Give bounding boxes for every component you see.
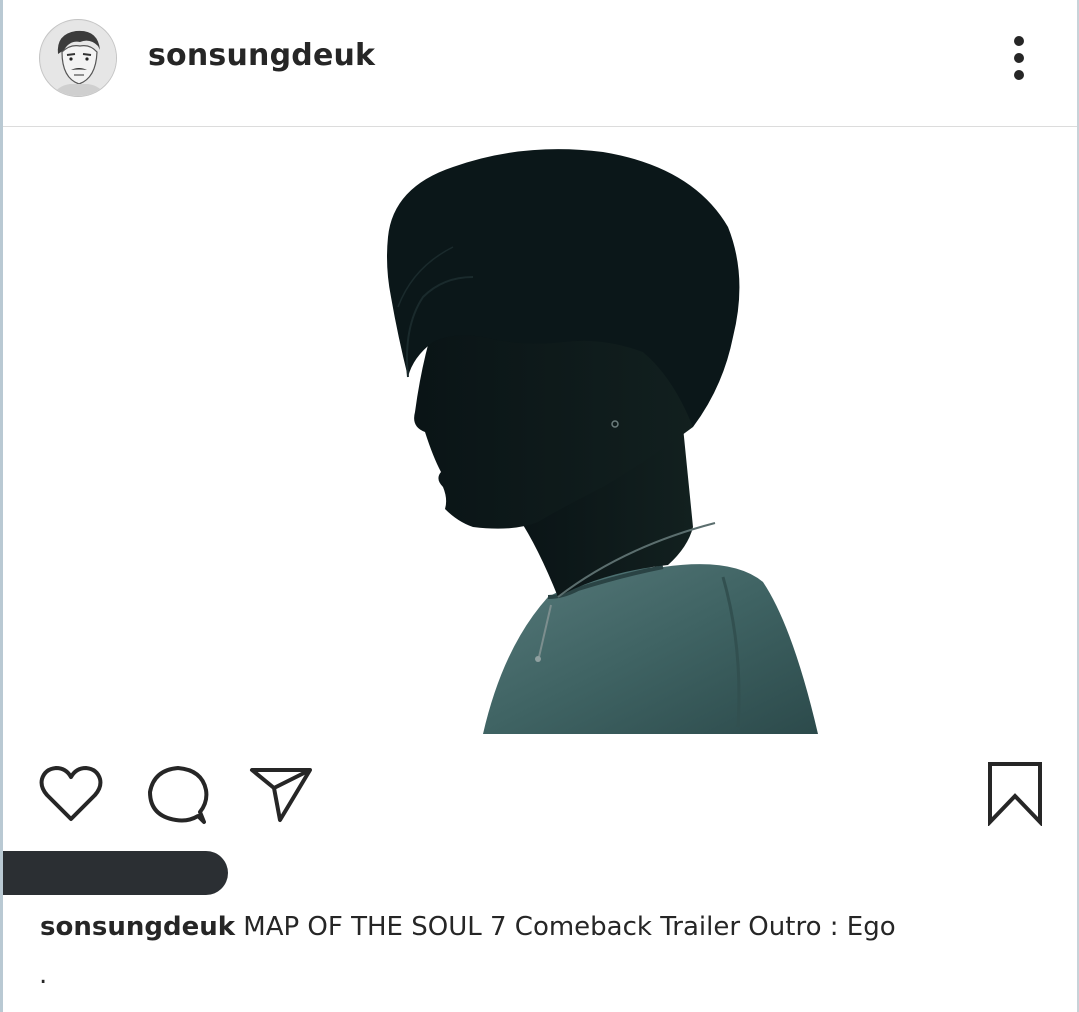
post-header: sonsungdeuk [3, 0, 1077, 127]
post-caption: sonsungdeuk MAP OF THE SOUL 7 Comeback T… [40, 912, 896, 942]
comment-icon [148, 766, 209, 824]
instagram-post: sonsungdeuk sonsungdeuk MAP OF THE SOUL … [0, 0, 1079, 1012]
like-button[interactable] [39, 764, 103, 828]
silhouette-portrait-image [387, 149, 818, 734]
avatar-face-icon [41, 21, 116, 96]
bookmark-icon [988, 762, 1042, 827]
post-username[interactable]: sonsungdeuk [148, 38, 375, 73]
caption-text: MAP OF THE SOUL 7 Comeback Trailer Outro… [235, 912, 896, 942]
caption-second-line: . [39, 960, 48, 990]
save-button[interactable] [985, 760, 1045, 830]
avatar[interactable] [39, 19, 117, 97]
share-button[interactable] [248, 764, 314, 828]
post-image[interactable] [3, 127, 1077, 734]
post-actions [3, 750, 1077, 840]
more-vertical-icon [1014, 36, 1024, 80]
more-options-button[interactable] [1003, 34, 1035, 84]
heart-icon [39, 766, 103, 821]
send-icon [250, 768, 312, 822]
caption-username[interactable]: sonsungdeuk [40, 912, 235, 942]
comment-button[interactable] [146, 764, 210, 830]
redacted-likes-bar [3, 851, 228, 895]
